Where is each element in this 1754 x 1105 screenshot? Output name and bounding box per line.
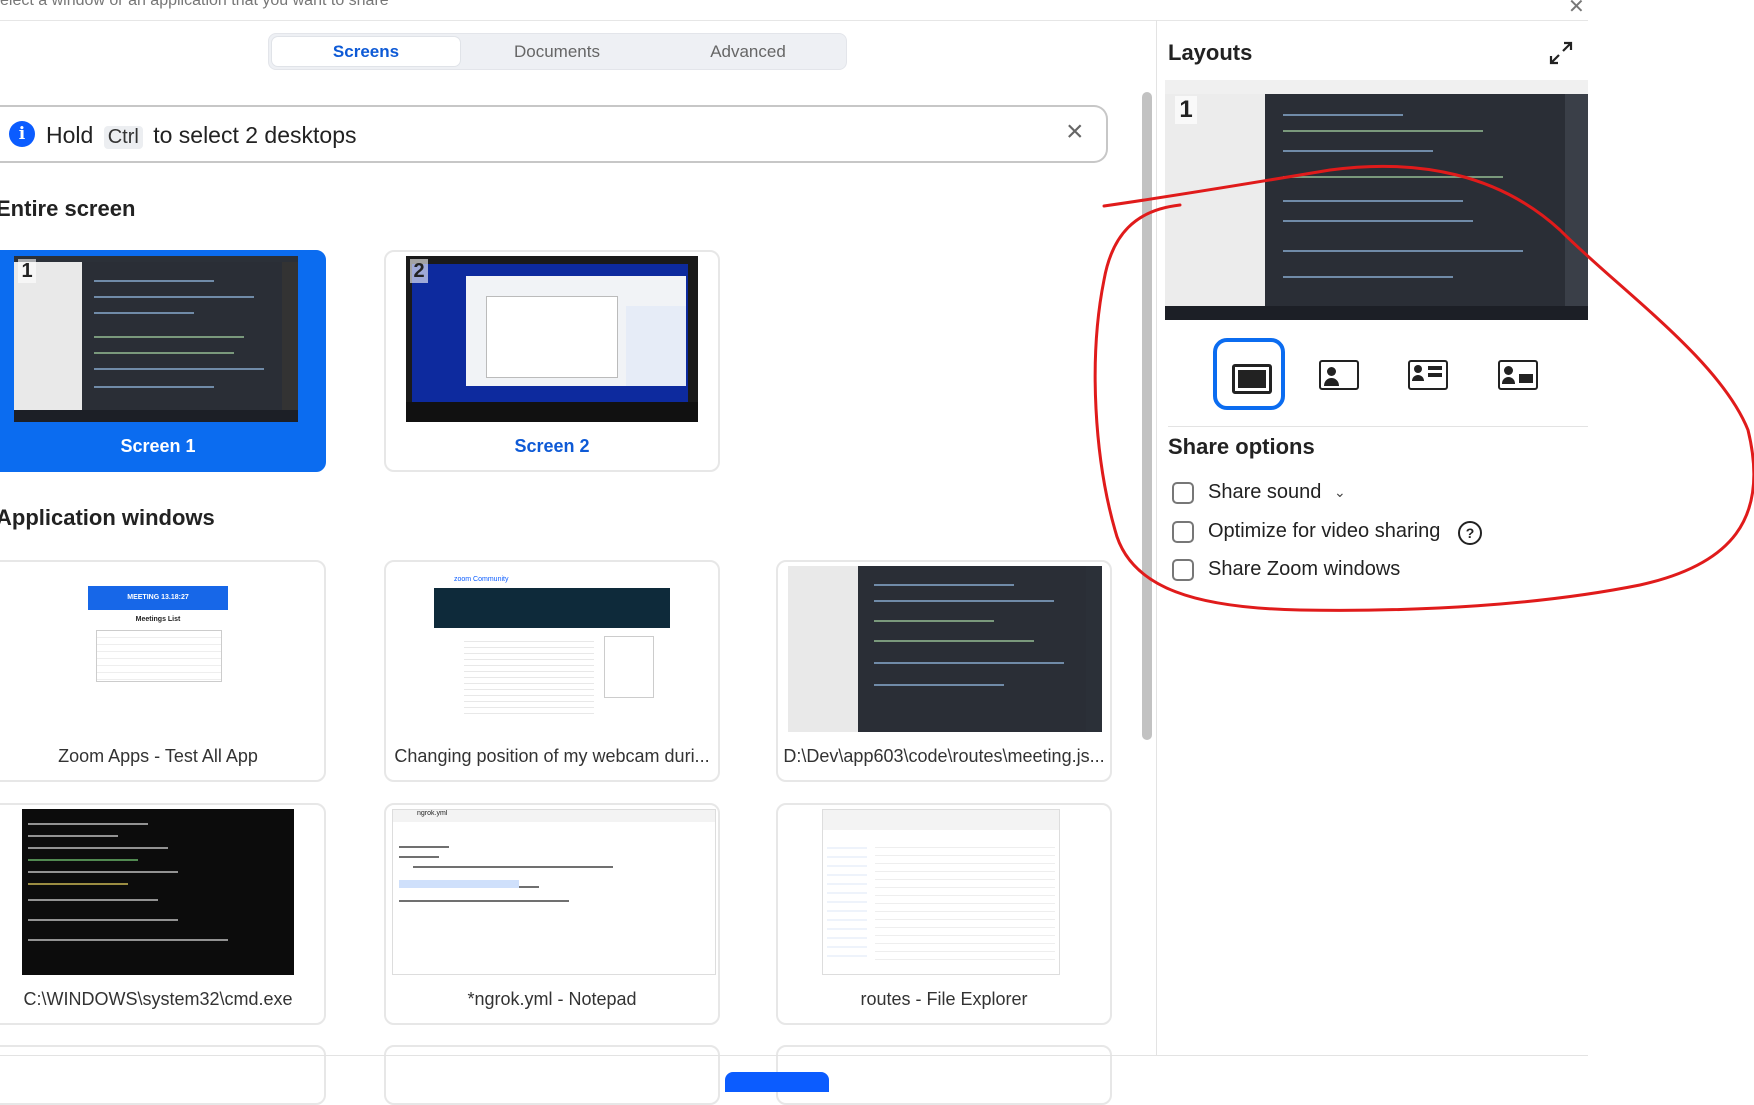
screen-with-camera-icon [1319, 360, 1359, 390]
app-card-zoom-apps[interactable]: MEETING 13.18:27 Meetings List Zoom Apps… [0, 560, 326, 782]
notepad-thumbnail: ngrok.yml [392, 809, 716, 975]
section-divider [1168, 426, 1588, 427]
layout-option-camera-beside-screen[interactable] [1483, 338, 1555, 410]
dialog-title: elect a window or an application that yo… [0, 0, 389, 9]
chevron-down-icon[interactable]: ⌄ [1334, 484, 1346, 501]
share-zoom-windows-checkbox[interactable] [1172, 559, 1194, 581]
notepad-tab: ngrok.yml [393, 810, 715, 822]
section-application-windows: Application windows [0, 505, 215, 530]
app-label: C:\WINDOWS\system32\cmd.exe [23, 989, 293, 1009]
app-card-meeting-js[interactable]: D:\Dev\app603\code\routes\meeting.js... [776, 560, 1112, 782]
screen-number: 1 [18, 259, 36, 283]
layout-option-screen-with-camera[interactable] [1303, 338, 1375, 410]
app-card-notepad[interactable]: ngrok.yml *ngrok.yml - Notepad [384, 803, 720, 1025]
screen-number: 2 [410, 259, 428, 283]
screen-only-icon [1232, 364, 1272, 394]
layout-preview: 1 [1165, 80, 1588, 320]
optimize-video-label: Optimize for video sharing [1208, 520, 1441, 542]
share-tabs: Screens Documents Advanced [268, 33, 847, 70]
webcam-article-thumbnail: zoom Community [434, 566, 670, 732]
notice-text: Hold Ctrl to select 2 desktops [46, 122, 357, 149]
meeting-js-thumbnail [788, 566, 1102, 732]
share-sound-label: Share sound [1208, 481, 1322, 503]
help-icon[interactable]: ? [1458, 521, 1482, 545]
app-card-webcam-article[interactable]: zoom Community Changing position of my w… [384, 560, 720, 782]
panel-divider [1156, 20, 1157, 1055]
screen-label: Screen 2 [514, 436, 590, 456]
zoom-apps-thumbnail: MEETING 13.18:27 Meetings List [88, 566, 228, 732]
share-button[interactable] [725, 1072, 829, 1092]
zoom-community-label: zoom Community [454, 576, 509, 583]
close-icon[interactable]: ✕ [1568, 0, 1585, 19]
app-label: Changing position of my webcam duri... [394, 746, 710, 766]
ctrl-key-label: Ctrl [103, 126, 143, 149]
camera-beside-screen-icon [1498, 360, 1538, 390]
scrollbar-thumb[interactable] [1142, 92, 1152, 740]
optimize-video-checkbox[interactable] [1172, 521, 1194, 543]
preview-screen-number: 1 [1175, 96, 1197, 124]
share-sound-checkbox[interactable] [1172, 482, 1194, 504]
notice-prefix: Hold [46, 122, 94, 148]
camera-over-screen-icon [1408, 360, 1448, 390]
tab-advanced[interactable]: Advanced [654, 37, 842, 66]
app-card-file-explorer[interactable]: routes - File Explorer [776, 803, 1112, 1025]
tab-screens[interactable]: Screens [272, 37, 460, 66]
dialog-header: elect a window or an application that yo… [0, 0, 1588, 21]
share-zoom-windows-label: Share Zoom windows [1208, 558, 1401, 580]
app-label: *ngrok.yml - Notepad [467, 989, 637, 1009]
meetings-list-heading: Meetings List [135, 616, 181, 623]
expand-icon[interactable] [1548, 40, 1574, 66]
notice-suffix: to select 2 desktops [153, 122, 357, 148]
close-notice-icon[interactable]: × [1066, 115, 1084, 149]
info-icon: i [9, 121, 35, 147]
footer-divider [0, 1055, 1588, 1056]
cmd-thumbnail [22, 809, 294, 975]
share-options-title: Share options [1168, 434, 1315, 459]
app-label: routes - File Explorer [860, 989, 1028, 1009]
section-entire-screen: Entire screen [0, 196, 136, 221]
layout-option-screen-only[interactable] [1213, 338, 1285, 410]
hold-ctrl-notice: i Hold Ctrl to select 2 desktops × [0, 105, 1108, 163]
file-explorer-thumbnail [822, 809, 1060, 975]
screen-1-thumbnail: 1 [14, 256, 298, 422]
tab-documents[interactable]: Documents [463, 37, 651, 66]
screen-label: Screen 1 [120, 436, 196, 456]
meeting-banner: MEETING 13.18:27 [88, 586, 228, 610]
screen-card-1[interactable]: 1 Screen 1 [0, 250, 326, 472]
screen-card-2[interactable]: 2 Screen 2 [384, 250, 720, 472]
app-card-row3-1[interactable] [0, 1045, 326, 1105]
app-card-cmd[interactable]: C:\WINDOWS\system32\cmd.exe [0, 803, 326, 1025]
screen-2-thumbnail: 2 [406, 256, 698, 422]
layout-option-camera-over-screen[interactable] [1393, 338, 1465, 410]
app-label: D:\Dev\app603\code\routes\meeting.js... [783, 746, 1105, 766]
app-card-row3-2[interactable] [384, 1045, 720, 1105]
layouts-title: Layouts [1168, 40, 1253, 65]
app-label: Zoom Apps - Test All App [58, 746, 258, 766]
